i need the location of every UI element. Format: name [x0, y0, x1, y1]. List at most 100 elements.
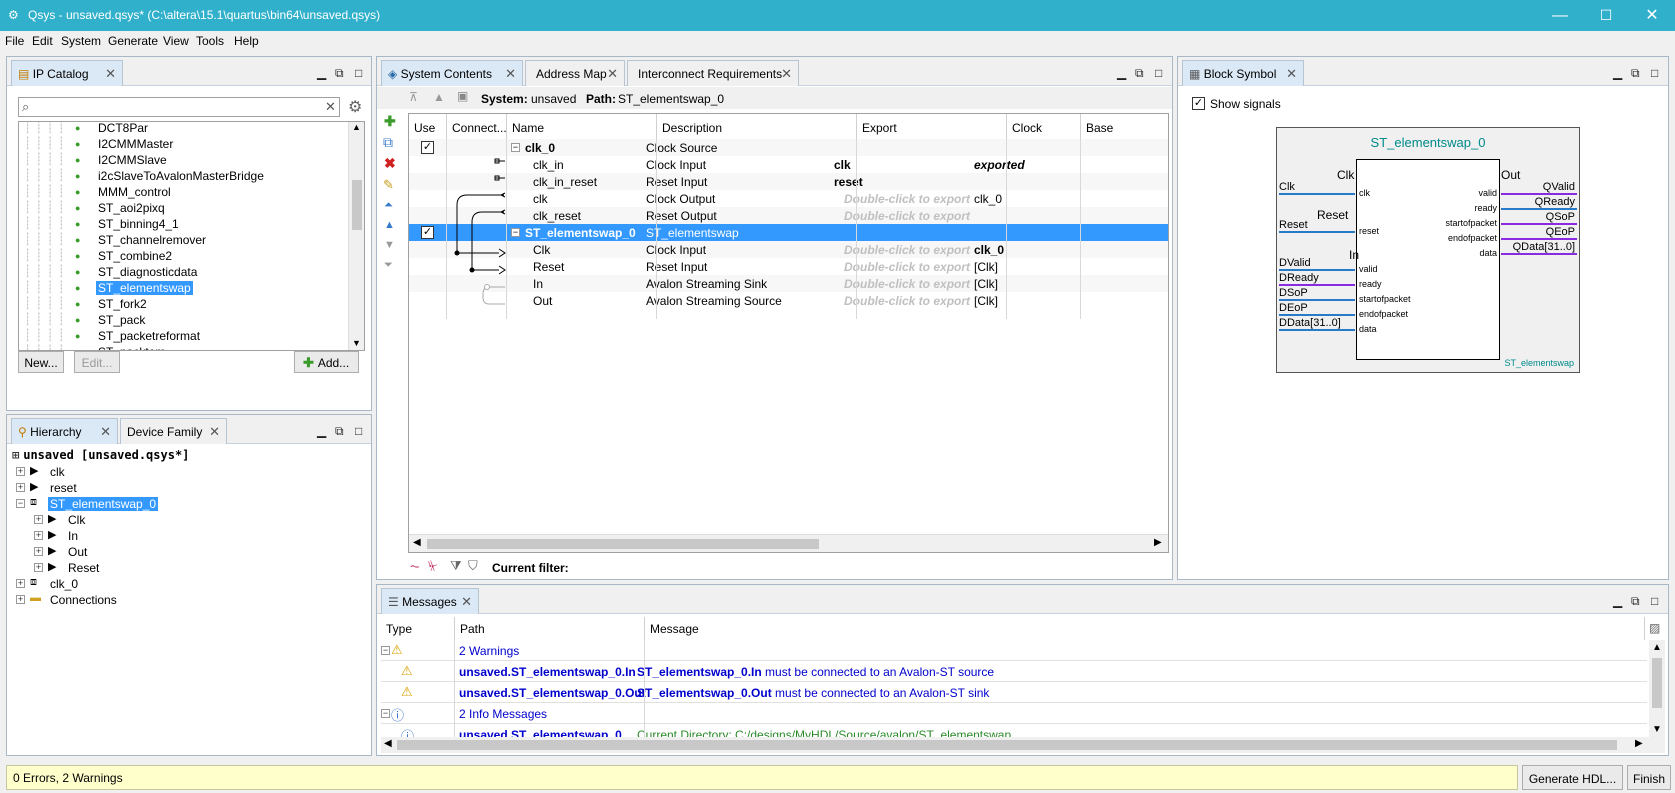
clock-cell[interactable]: exported: [974, 158, 1025, 172]
close-tab-icon[interactable]: ✕: [505, 66, 516, 82]
scroll-right-icon[interactable]: ▶: [1635, 738, 1643, 749]
ip-item[interactable]: ┊┊┊┊ ● DCT8Par: [19, 122, 349, 136]
system-row[interactable]: clk Clock Output Double-click to export clk…: [409, 190, 1168, 207]
ip-item[interactable]: ┊┊┊┊ ● ST_aoi2pixq: [19, 200, 349, 216]
close-tab-icon[interactable]: ✕: [781, 66, 792, 82]
settings-gear-icon[interactable]: ⚙: [348, 97, 362, 117]
ip-item[interactable]: ┊┊┊┊ ● ST_elementswap: [19, 280, 349, 296]
clock-cell[interactable]: [Clk]: [974, 260, 998, 274]
tab-address-map[interactable]: Address Map ✕: [525, 60, 625, 86]
menu-generate[interactable]: Generate: [108, 34, 158, 48]
collapse-icon[interactable]: −: [511, 228, 520, 237]
system-row[interactable]: ✓ − ST_elementswap_0 ST_elementswap: [409, 224, 1168, 241]
float-panel-icon[interactable]: ⧉: [335, 424, 344, 439]
tab-block-symbol[interactable]: ▦ Block Symbol ✕: [1182, 60, 1304, 86]
maximize-button[interactable]: ☐: [1583, 0, 1629, 31]
ip-item[interactable]: ┊┊┊┊ ● ST_channelremover: [19, 232, 349, 248]
menu-help[interactable]: Help: [234, 34, 259, 48]
hierarchy-icon[interactable]: ▣: [457, 89, 468, 103]
expand-icon[interactable]: +: [34, 563, 43, 572]
minimize-panel-icon[interactable]: ▁: [1117, 66, 1126, 80]
new-ip-button[interactable]: New...: [18, 351, 64, 373]
system-row[interactable]: clk_in_reset Reset Input reset: [409, 173, 1168, 190]
col-use[interactable]: Use: [409, 114, 447, 139]
float-panel-icon[interactable]: ⧉: [335, 66, 344, 81]
close-tab-icon[interactable]: ✕: [209, 424, 220, 440]
move-down-icon[interactable]: ▼: [384, 239, 395, 251]
scroll-up-icon[interactable]: ▲: [1652, 642, 1662, 653]
move-bottom-icon[interactable]: ⏷: [384, 259, 393, 272]
maximize-panel-icon[interactable]: □: [1155, 66, 1162, 80]
ip-item[interactable]: ┊┊┊┊●ST_packtom: [19, 344, 349, 350]
add-ip-button[interactable]: ✚ Add...: [294, 351, 359, 373]
clock-cell[interactable]: [Clk]: [974, 294, 998, 308]
edit-ip-button[interactable]: Edit...: [74, 351, 120, 373]
messages-options-icon[interactable]: ▨: [1649, 621, 1660, 635]
export-cell[interactable]: Double-click to export: [844, 277, 970, 291]
tab-device-family[interactable]: Device Family ✕: [120, 418, 227, 444]
ip-item[interactable]: ┊┊┊┊ ● ST_combine2: [19, 248, 349, 264]
clock-cell[interactable]: clk_0: [974, 243, 1004, 257]
close-button[interactable]: ✕: [1629, 0, 1675, 31]
ip-item[interactable]: ┊┊┊┊ ● ST_binning4_1: [19, 216, 349, 232]
filter-reset-icon[interactable]: ⏧: [428, 559, 437, 574]
col-export[interactable]: Export: [857, 114, 1007, 139]
system-row[interactable]: clk_reset Reset Output Double-click to exp…: [409, 207, 1168, 224]
collapse-icon[interactable]: −: [511, 143, 520, 152]
export-cell[interactable]: reset: [834, 175, 863, 189]
expand-icon[interactable]: +: [16, 483, 25, 492]
menu-view[interactable]: View: [163, 34, 189, 48]
scroll-down-icon[interactable]: ▼: [352, 338, 361, 348]
tab-system-contents[interactable]: ◈ System Contents ✕: [381, 60, 523, 86]
close-tab-icon[interactable]: ✕: [105, 66, 116, 82]
filter-clock-icon[interactable]: ⏦: [410, 559, 420, 574]
close-tab-icon[interactable]: ✕: [100, 424, 111, 440]
tab-hierarchy[interactable]: ⚲ Hierarchy ✕: [11, 418, 118, 444]
filter-icon[interactable]: ⧩: [450, 558, 462, 574]
minimize-panel-icon[interactable]: ▁: [1613, 594, 1622, 608]
float-panel-icon[interactable]: ⧉: [1135, 66, 1144, 81]
export-cell[interactable]: Double-click to export: [844, 243, 970, 257]
ip-item[interactable]: ┊┊┊┊ ● ST_packetreformat: [19, 328, 349, 344]
minimize-button[interactable]: —: [1537, 0, 1583, 31]
export-cell[interactable]: Double-click to export: [844, 209, 970, 223]
system-row[interactable]: Reset Reset Input Double-click to export [C…: [409, 258, 1168, 275]
use-checkbox[interactable]: ✓: [421, 226, 434, 239]
expand-icon[interactable]: +: [34, 531, 43, 540]
col-clock[interactable]: Clock: [1007, 114, 1081, 139]
message-row[interactable]: ⚠ unsaved.ST_elementswap_0.In ST_elementsw…: [381, 661, 1647, 682]
scrollbar-thumb[interactable]: [1652, 658, 1662, 708]
col-path[interactable]: Path: [455, 617, 645, 640]
collapse-icon[interactable]: −: [381, 709, 390, 718]
edit-component-icon[interactable]: ✎: [383, 177, 394, 193]
col-base[interactable]: Base: [1081, 114, 1168, 139]
scroll-right-icon[interactable]: ▶: [1154, 537, 1162, 548]
export-cell[interactable]: Double-click to export: [844, 192, 970, 206]
system-row[interactable]: clk_in Clock Input clk exported: [409, 156, 1168, 173]
message-row[interactable]: − ⓘ 2 Info Messages: [381, 703, 1647, 724]
finish-button[interactable]: Finish: [1627, 765, 1671, 790]
duplicate-icon[interactable]: ⧉: [383, 134, 393, 151]
generate-hdl-button[interactable]: Generate HDL...: [1522, 765, 1623, 790]
tab-ip-catalog[interactable]: ▤ IP Catalog ✕: [11, 60, 123, 86]
remove-icon[interactable]: ✖: [384, 155, 396, 172]
clear-search-icon[interactable]: ✕: [325, 99, 336, 115]
tab-messages[interactable]: ☰ Messages ✕: [381, 588, 479, 614]
scroll-down-icon[interactable]: ▼: [1652, 724, 1662, 735]
collapse-icon[interactable]: −: [16, 499, 25, 508]
col-name[interactable]: Name: [507, 114, 657, 139]
export-cell[interactable]: Double-click to export: [844, 294, 970, 308]
minimize-panel-icon[interactable]: ▁: [317, 424, 326, 438]
add-component-icon[interactable]: ✚: [384, 113, 396, 130]
ip-item[interactable]: ┊┊┊┊ ● I2CMMMaster: [19, 136, 349, 152]
messages-h-scrollbar[interactable]: ◀ ▶: [381, 737, 1665, 753]
ip-search-field[interactable]: [37, 99, 317, 115]
ip-item[interactable]: ┊┊┊┊ ● I2CMMSlave: [19, 152, 349, 168]
expand-icon[interactable]: +: [34, 547, 43, 556]
up-icon[interactable]: ▲: [433, 90, 445, 104]
ip-search-input[interactable]: ⌕ ✕: [18, 97, 340, 117]
export-cell[interactable]: Double-click to export: [844, 260, 970, 274]
ip-item[interactable]: ┊┊┊┊ ● ST_diagnosticdata: [19, 264, 349, 280]
float-panel-icon[interactable]: ⧉: [1631, 66, 1640, 81]
maximize-panel-icon[interactable]: □: [1651, 594, 1658, 608]
